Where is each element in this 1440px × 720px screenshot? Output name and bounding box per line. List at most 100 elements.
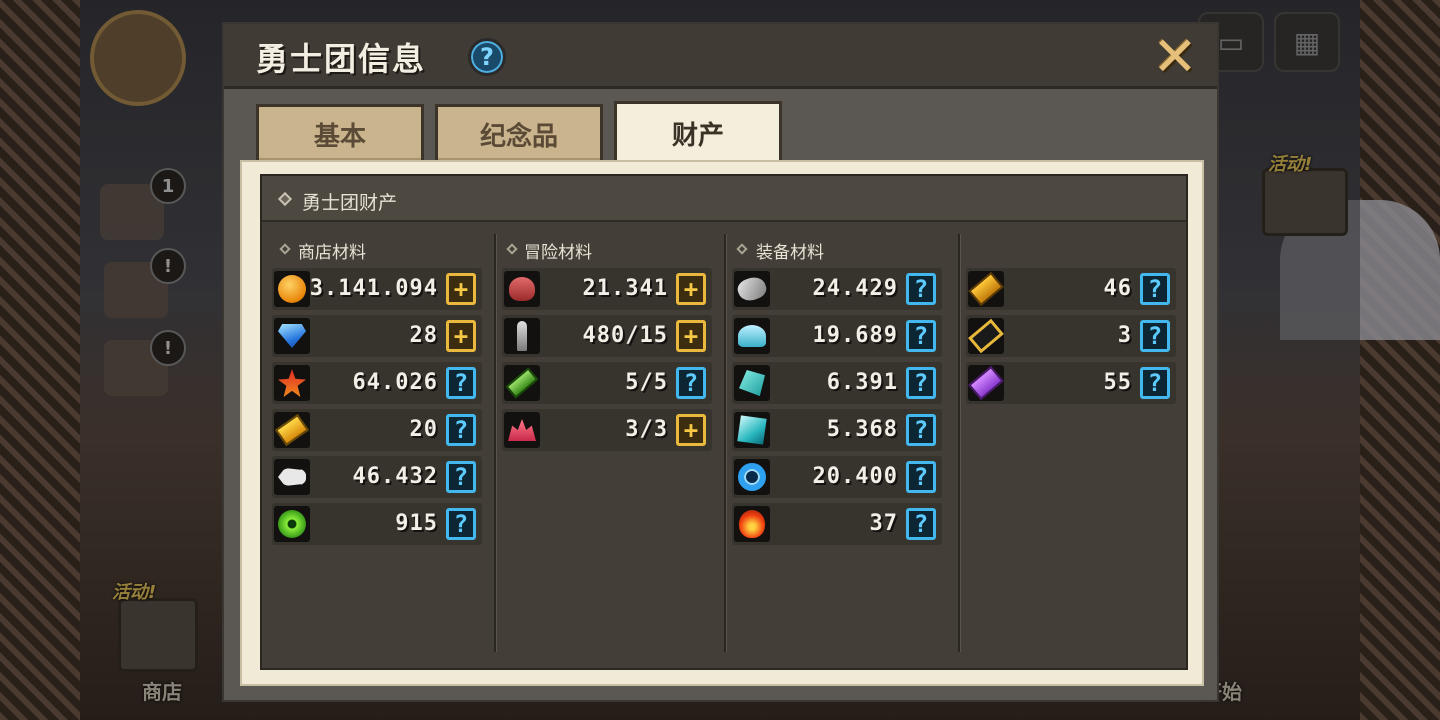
gold-ticket-icon — [968, 271, 1004, 307]
diamond-bullet-icon — [279, 243, 291, 255]
diamond-bullet-icon — [277, 191, 293, 207]
help-button[interactable]: ? — [906, 508, 936, 540]
help-button[interactable]: ? — [1140, 273, 1170, 305]
item-row: 46.432? — [272, 456, 482, 498]
help-button[interactable]: ? — [446, 367, 476, 399]
green-scroll-icon — [504, 365, 540, 401]
key-icon — [504, 318, 540, 354]
plus-button[interactable]: + — [676, 414, 706, 446]
item-quantity: 21.341 — [582, 276, 668, 301]
item-quantity: 24.429 — [812, 276, 898, 301]
help-icon[interactable]: ? — [468, 38, 506, 76]
item-row: 55? — [966, 362, 1176, 404]
red-crystal-icon-shape — [508, 419, 536, 441]
right-border-pattern — [1360, 0, 1440, 720]
column-divider — [958, 234, 960, 652]
item-row: 3? — [966, 315, 1176, 357]
diamond-bullet-icon — [506, 243, 518, 255]
blue-gem-icon — [274, 318, 310, 354]
item-row: 46? — [966, 268, 1176, 310]
modal-header: 勇士团信息 ? ✕ — [224, 24, 1217, 89]
green-eye-icon-shape — [278, 510, 306, 538]
item-row: 5.368? — [732, 409, 942, 451]
item-row: 21.341 + — [502, 268, 712, 310]
gold-ticket-icon-shape — [274, 413, 310, 447]
blue-gem-icon-shape — [278, 324, 306, 348]
item-quantity: 5.368 — [826, 417, 898, 442]
assets-panel-frame: 勇士团财产 商店材料 冒险材料 装备材料 3.141.094 +28 +64.026… — [240, 160, 1204, 686]
blue-ring-icon-shape — [738, 463, 766, 491]
teal-shard-icon — [734, 365, 770, 401]
gold-coin-icon-shape — [278, 275, 306, 303]
green-eye-icon — [274, 506, 310, 542]
item-row: 19.689? — [732, 315, 942, 357]
meat-icon — [504, 271, 540, 307]
help-button[interactable]: ? — [906, 367, 936, 399]
column-divider — [494, 234, 496, 652]
column-title-shop: 商店材料 — [298, 243, 366, 263]
plus-button[interactable]: + — [676, 273, 706, 305]
nav-shop[interactable]: 商店 — [142, 676, 182, 705]
item-row: 6.391? — [732, 362, 942, 404]
item-row: 3.141.094 + — [272, 268, 482, 310]
item-row: 20? — [272, 409, 482, 451]
medal-icon — [274, 365, 310, 401]
cyan-cube-icon-shape — [737, 415, 767, 445]
item-quantity: 28 — [409, 323, 438, 348]
crystal-powder-icon — [734, 318, 770, 354]
item-quantity: 3 — [1117, 323, 1132, 348]
item-quantity: 3/3 — [625, 417, 668, 442]
item-quantity: 55 — [1103, 370, 1132, 395]
iron-ore-icon — [734, 271, 770, 307]
guild-info-modal: 勇士团信息 ? ✕ 基本 纪念品 财产 勇士团财产 商店材料 冒险材料 装备材料… — [222, 22, 1219, 702]
item-quantity: 480/15 — [582, 323, 668, 348]
plus-button[interactable]: + — [446, 320, 476, 352]
help-button[interactable]: ? — [676, 367, 706, 399]
tab-assets[interactable]: 财产 — [614, 101, 782, 163]
plus-button[interactable]: + — [446, 273, 476, 305]
key-icon-shape — [517, 321, 527, 351]
help-button[interactable]: ? — [446, 508, 476, 540]
gold-ticket-icon — [274, 412, 310, 448]
help-button[interactable]: ? — [446, 461, 476, 493]
meat-icon-shape — [509, 277, 535, 301]
item-quantity: 5/5 — [625, 370, 668, 395]
crystal-powder-icon-shape — [738, 325, 766, 347]
red-crystal-icon — [504, 412, 540, 448]
tab-souvenir[interactable]: 纪念品 — [435, 104, 603, 162]
help-button[interactable]: ? — [1140, 367, 1170, 399]
help-button[interactable]: ? — [906, 273, 936, 305]
help-button[interactable]: ? — [1140, 320, 1170, 352]
item-row: 24.429? — [732, 268, 942, 310]
fire-orb-icon-shape — [739, 510, 765, 538]
diamond-bullet-icon — [736, 243, 748, 255]
purple-ticket-icon — [968, 365, 1004, 401]
close-icon[interactable]: ✕ — [1148, 30, 1202, 84]
item-row: 28 + — [272, 315, 482, 357]
item-row: 64.026? — [272, 362, 482, 404]
item-quantity: 64.026 — [352, 370, 438, 395]
column-divider — [724, 234, 726, 652]
fish-bone-icon — [274, 459, 310, 495]
plus-button[interactable]: + — [676, 320, 706, 352]
help-button[interactable]: ? — [906, 320, 936, 352]
teal-shard-icon-shape — [739, 370, 765, 396]
gold-ticket-icon-shape — [968, 271, 1004, 307]
help-button[interactable]: ? — [906, 461, 936, 493]
item-quantity: 6.391 — [826, 370, 898, 395]
left-border-pattern — [0, 0, 80, 720]
help-button[interactable]: ? — [446, 414, 476, 446]
gold-frame-ticket-icon-shape — [968, 318, 1004, 354]
item-row: 3/3 + — [502, 409, 712, 451]
item-quantity: 915 — [395, 511, 438, 536]
item-row: 480/15 + — [502, 315, 712, 357]
item-quantity: 19.689 — [812, 323, 898, 348]
fire-orb-icon — [734, 506, 770, 542]
help-button[interactable]: ? — [906, 414, 936, 446]
tab-basic[interactable]: 基本 — [256, 104, 424, 162]
fish-bone-icon-shape — [278, 468, 306, 486]
assets-panel: 勇士团财产 商店材料 冒险材料 装备材料 3.141.094 +28 +64.026… — [260, 174, 1188, 670]
item-row: 5/5? — [502, 362, 712, 404]
blue-ring-icon — [734, 459, 770, 495]
item-quantity: 46 — [1103, 276, 1132, 301]
